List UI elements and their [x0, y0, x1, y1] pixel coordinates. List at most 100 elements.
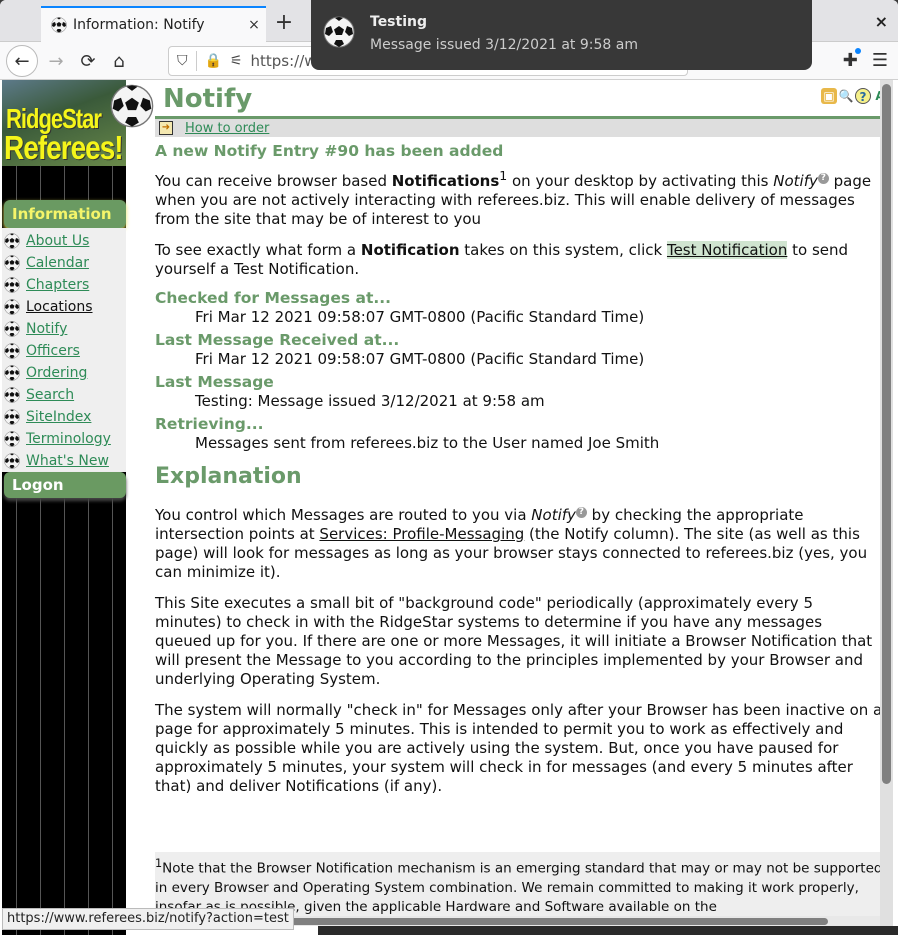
new-tab-button[interactable]: + [270, 10, 298, 38]
test-notification-link[interactable]: Test Notification [666, 241, 788, 259]
logon-button[interactable]: Logon [4, 472, 126, 498]
sidebar-link[interactable]: Officers [26, 343, 80, 359]
permissions-icon[interactable]: ⚟ [230, 53, 243, 69]
explanation-paragraph-2: This Site executes a small bit of "backg… [155, 594, 873, 688]
logo-line2: Referees! [4, 128, 124, 166]
vertical-scroll-thumb[interactable] [882, 84, 891, 784]
soccer-ball-bullet-icon [4, 365, 20, 381]
sidebar-item-search[interactable]: Search [2, 384, 126, 406]
explanation-heading: Explanation [155, 464, 302, 489]
bottom-edge [318, 926, 898, 935]
status-label: Checked for Messages at... [155, 289, 392, 307]
text: You control which Messages are routed to… [155, 506, 532, 524]
reload-button[interactable]: ⟳ [72, 45, 104, 77]
soccer-ball-bullet-icon [4, 409, 20, 425]
url-separator [195, 51, 197, 71]
window-close-button[interactable]: × [875, 12, 888, 31]
soccer-ball-bullet-icon [4, 277, 20, 293]
sidebar-item-about-us[interactable]: About Us [2, 230, 126, 252]
soccer-ball-bullet-icon [4, 321, 20, 337]
status-value: Fri Mar 12 2021 09:58:07 GMT-0800 (Pacif… [195, 350, 645, 368]
intro-paragraph-2: To see exactly what form a Notification … [155, 241, 883, 279]
soccer-ball-bullet-icon [4, 453, 20, 469]
notification-title: Testing [370, 14, 427, 30]
sidebar-link[interactable]: SiteIndex [26, 409, 91, 425]
sidebar-link[interactable]: Ordering [26, 365, 87, 381]
status-label: Last Message Received at... [155, 331, 400, 349]
sidebar-link[interactable]: Locations [26, 299, 93, 315]
sidebar-item-terminology[interactable]: Terminology [2, 428, 126, 450]
footnote-text: Note that the Browser Notification mecha… [155, 860, 883, 915]
sidebar: RidgeStar Referees! Information About Us… [2, 80, 126, 935]
sidebar-link[interactable]: Calendar [26, 255, 89, 271]
lock-icon[interactable]: ▣ [821, 88, 837, 104]
home-button[interactable]: ⌂ [103, 45, 135, 77]
sidebar-item-officers[interactable]: Officers [2, 340, 126, 362]
page-tools: ▣ 🔍 ? A [821, 88, 888, 104]
forward-button[interactable]: → [40, 45, 72, 77]
logo-soccer-ball-icon [110, 84, 154, 128]
explanation-paragraph-1: You control which Messages are routed to… [155, 506, 883, 582]
sidebar-item-calendar[interactable]: Calendar [2, 252, 126, 274]
status-value: Testing: Message issued 3/12/2021 at 9:5… [195, 392, 545, 410]
notify-term: Notify [773, 172, 818, 190]
sidebar-item-locations[interactable]: Locations [2, 296, 126, 318]
page-title: Notify [163, 84, 253, 114]
tracking-shield-icon[interactable]: ⛉ [177, 53, 188, 69]
profile-messaging-link[interactable]: Services: Profile-Messaging [319, 525, 524, 543]
explanation-paragraph-3: The system will normally "check in" for … [155, 701, 883, 795]
soccer-ball-bullet-icon [4, 343, 20, 359]
tab-title: Information: Notify [73, 17, 205, 33]
soccer-ball-bullet-icon [4, 387, 20, 403]
sidebar-link[interactable]: Notify [26, 321, 67, 337]
help-icon[interactable]: ? [575, 507, 587, 518]
status-list: Checked for Messages at... Fri Mar 12 202… [155, 289, 883, 453]
sidebar-menu: About Us Calendar Chapters Locations Notify O… [2, 228, 126, 472]
text: takes on this system, click [459, 241, 667, 259]
sidebar-link[interactable]: Terminology [26, 431, 111, 447]
soccer-ball-bullet-icon [4, 233, 20, 249]
toolbar-right: ✚ ☰ [843, 48, 888, 71]
back-button[interactable]: ← [6, 45, 38, 77]
page-viewport: RidgeStar Referees! Information About Us… [0, 80, 898, 935]
soccer-ball-bullet-icon [4, 255, 20, 271]
notification-term: Notification [360, 241, 460, 259]
tab-information-notify[interactable]: Information: Notify × [41, 6, 266, 42]
sidebar-link[interactable]: What's New [26, 453, 109, 469]
sidebar-item-chapters[interactable]: Chapters [2, 274, 126, 296]
section-information[interactable]: Information [4, 200, 126, 228]
status-label: Retrieving... [155, 415, 264, 433]
url-text[interactable]: https://w [251, 52, 317, 70]
help-icon[interactable]: ? [855, 88, 871, 104]
sidebar-item-siteindex[interactable]: SiteIndex [2, 406, 126, 428]
text: You can receive browser based [155, 172, 392, 190]
status-label: Last Message [155, 373, 274, 391]
tab-close-icon[interactable]: × [242, 17, 266, 33]
order-form-icon: ➜ [159, 121, 173, 135]
desktop-notification[interactable]: Testing Message issued 3/12/2021 at 9:58… [311, 0, 812, 70]
help-icon[interactable]: ? [817, 173, 829, 184]
notifications-term: Notifications [391, 172, 500, 190]
sidebar-item-what-s-new[interactable]: What's New [2, 450, 126, 472]
search-icon[interactable]: 🔍 [838, 88, 854, 104]
how-to-order-link[interactable]: How to order [185, 121, 269, 136]
footnote: 1Note that the Browser Notification mech… [155, 852, 883, 917]
sidebar-link[interactable]: Search [26, 387, 74, 403]
sidebar-link[interactable]: Chapters [26, 277, 89, 293]
sidebar-item-ordering[interactable]: Ordering [2, 362, 126, 384]
ridgestar-logo[interactable]: RidgeStar Referees! [2, 80, 126, 166]
text: on your desktop by activating this [507, 172, 774, 190]
soccer-ball-bullet-icon [4, 431, 20, 447]
soccer-ball-icon [323, 16, 355, 48]
link-status-bar: https://www.referees.biz/notify?action=t… [2, 908, 294, 930]
text: To see exactly what form a [155, 241, 361, 259]
lock-icon[interactable]: 🔒 [205, 53, 222, 69]
sidebar-link[interactable]: About Us [26, 233, 89, 249]
intro-paragraph-1: You can receive browser based Notificati… [155, 166, 883, 229]
notification-body: Message issued 3/12/2021 at 9:58 am [370, 37, 638, 53]
menu-icon[interactable]: ☰ [872, 50, 888, 71]
sidebar-item-notify[interactable]: Notify [2, 318, 126, 340]
extensions-icon[interactable]: ✚ [843, 48, 861, 71]
status-value: Fri Mar 12 2021 09:58:07 GMT-0800 (Pacif… [195, 308, 645, 326]
vertical-scrollbar[interactable] [880, 80, 893, 926]
